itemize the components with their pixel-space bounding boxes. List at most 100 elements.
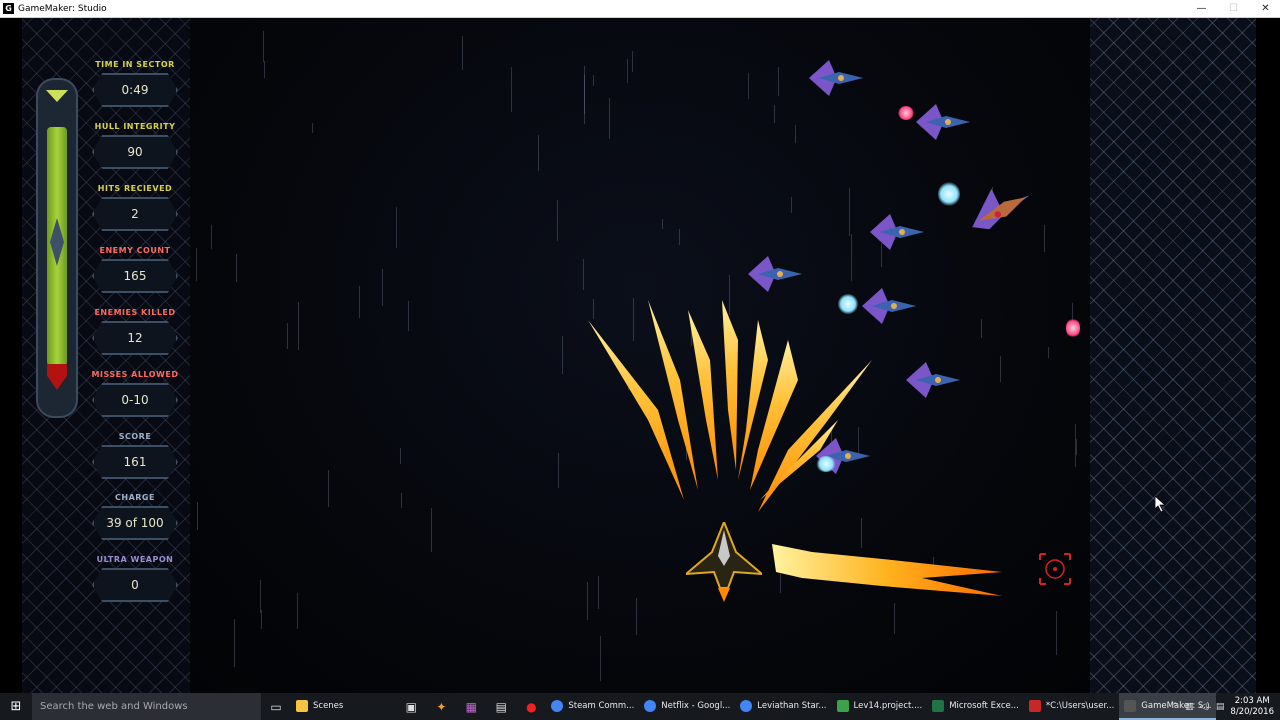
window-title: GameMaker: Studio (18, 3, 107, 14)
taskbar-app-scenes[interactable]: Scenes (291, 693, 348, 720)
system-clock[interactable]: 2:03 AM 8/20/2016 (1230, 696, 1274, 718)
rain-streak (1044, 225, 1045, 252)
rain-streak (598, 576, 599, 609)
stat-charge: CHARGE 39 of 100 (88, 493, 182, 540)
enemy-ship (968, 180, 1034, 236)
stat-value: 161 (123, 455, 147, 469)
rain-streak (849, 188, 850, 236)
enemy-ship (805, 56, 867, 100)
enemy-ship (902, 358, 964, 402)
stat-hull-integrity: HULL INTEGRITY 90 (88, 122, 182, 169)
player-fire-beam (772, 534, 1002, 600)
stat-label: HULL INTEGRITY (94, 122, 176, 131)
player-ship (683, 519, 765, 602)
rain-streak (408, 301, 409, 331)
rain-streak (261, 610, 262, 629)
taskbar-app-label: Lev14.project.... (853, 700, 923, 711)
taskbar-app-steam-community[interactable]: Steam Comm... (546, 693, 639, 720)
health-bar-bottom-cap (47, 364, 67, 390)
rain-streak (558, 453, 559, 488)
enemy-ship (744, 252, 806, 296)
maximize-button[interactable]: ☐ (1217, 0, 1250, 17)
stat-label: ENEMIES KILLED (94, 308, 176, 317)
stat-label: ENEMY COUNT (99, 246, 171, 255)
taskbar-app-leviathan[interactable]: Leviathan Star... (735, 693, 831, 720)
rain-streak (627, 59, 628, 83)
task-view-icon[interactable]: ▭ (261, 693, 291, 720)
store-icon[interactable]: ▣ (396, 693, 426, 720)
fire-burst-effect (588, 300, 872, 512)
rain-streak (609, 98, 610, 139)
health-bar (36, 78, 78, 418)
volume-icon[interactable]: ◁) (1199, 702, 1209, 712)
taskbar-app-lev14-project[interactable]: Lev14.project.... (832, 693, 928, 720)
minimize-button[interactable]: — (1185, 0, 1218, 17)
rain-streak (791, 197, 792, 213)
taskbar-app-label: Steam Comm... (568, 700, 635, 711)
health-bar-top-cap (46, 90, 68, 102)
stat-value: 2 (131, 207, 139, 221)
rain-streak (583, 259, 584, 290)
folder-icon (296, 699, 308, 712)
taskbar-app-excel[interactable]: Microsoft Exce... (927, 693, 1024, 720)
rain-streak (211, 225, 212, 249)
taskbar-search-input[interactable]: Search the web and Windows (32, 693, 261, 720)
rain-streak (264, 61, 265, 78)
chevron-up-icon[interactable]: ⌃ (1171, 702, 1179, 712)
stat-label: SCORE (118, 432, 152, 441)
stat-value: 0:49 (121, 83, 149, 97)
close-button[interactable]: ✕ (1249, 0, 1280, 17)
windows-start-icon[interactable]: ⊞ (0, 693, 32, 720)
rain-streak (263, 31, 264, 62)
rain-streak (562, 336, 563, 374)
rain-streak (297, 593, 298, 629)
stat-enemy-count: ENEMY COUNT 165 (88, 246, 182, 293)
rain-streak (600, 636, 601, 681)
rain-streak (196, 248, 197, 281)
notifications-icon[interactable]: ▤ (1216, 702, 1225, 712)
rain-streak (894, 603, 895, 634)
rain-streak (538, 135, 539, 171)
taskbar-app-label: Scenes (313, 700, 344, 711)
energy-particle (938, 182, 960, 206)
rain-streak (593, 75, 594, 86)
enemy-projectile (1066, 318, 1080, 338)
stat-label: HITS RECIEVED (97, 184, 173, 193)
excel-icon (932, 699, 945, 712)
rain-streak (400, 448, 401, 464)
rain-streak (778, 67, 779, 96)
tool-icon[interactable]: ✦ (426, 693, 456, 720)
rain-streak (679, 229, 680, 245)
notepad-icon (1028, 699, 1041, 712)
rain-streak (511, 67, 512, 112)
record-icon[interactable]: ● (516, 693, 546, 720)
rain-streak (795, 125, 796, 143)
rain-streak (328, 470, 329, 507)
enemy-ship (912, 100, 974, 144)
clock-time: 2:03 AM (1234, 695, 1270, 706)
stat-value: 39 of 100 (106, 516, 164, 530)
photo-app-icon[interactable]: ▦ (456, 693, 486, 720)
stat-ultra-weapon: ULTRA WEAPON 0 (88, 555, 182, 602)
chrome-icon (551, 699, 564, 712)
taskbar-app-label: Netflix - Googl... (661, 700, 731, 711)
energy-particle (838, 294, 858, 314)
rain-streak (636, 598, 637, 635)
rain-streak (557, 200, 558, 241)
clock-date: 8/20/2016 (1230, 706, 1274, 717)
network-icon[interactable]: ▥ (1185, 702, 1194, 712)
rain-streak (462, 36, 463, 70)
game-viewport[interactable]: TIME IN SECTOR 0:49 HULL INTEGRITY 90 HI… (0, 18, 1280, 693)
rain-streak (236, 254, 237, 282)
rain-streak (298, 302, 299, 350)
taskbar-app-netflix[interactable]: Netflix - Googl... (639, 693, 735, 720)
taskbar-app-label: Leviathan Star... (757, 700, 827, 711)
rain-streak (197, 502, 198, 530)
calculator-icon[interactable]: ▤ (486, 693, 516, 720)
rain-streak (359, 286, 360, 318)
stat-value: 165 (123, 269, 147, 283)
windows-taskbar: ⊞ Search the web and Windows ▭ Scenes ▣ … (0, 693, 1280, 720)
rain-streak (981, 319, 982, 338)
taskbar-app-notepad[interactable]: *C:\Users\user... (1024, 693, 1119, 720)
rain-streak (260, 580, 261, 613)
